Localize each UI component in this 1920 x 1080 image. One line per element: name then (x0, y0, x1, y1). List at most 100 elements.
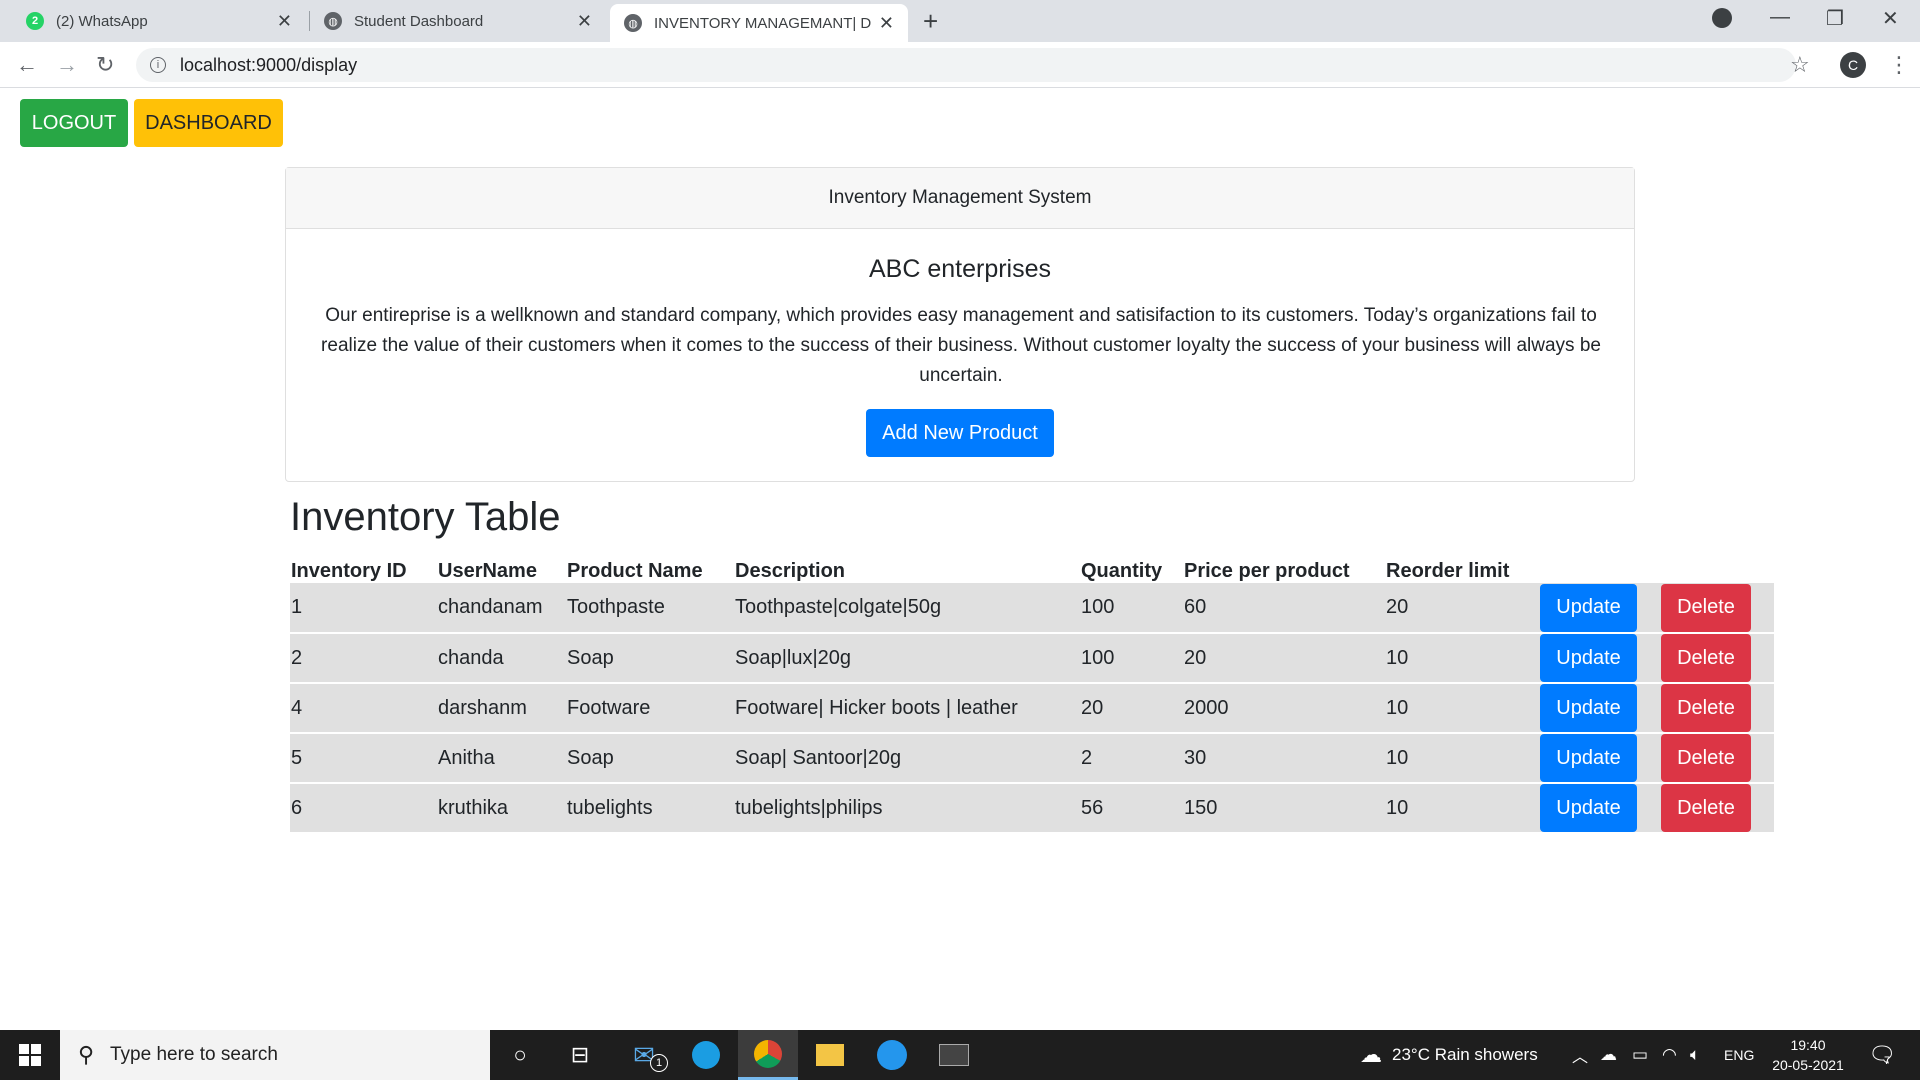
add-new-product-button[interactable]: Add New Product (866, 409, 1054, 457)
system-clock[interactable]: 19:40 20-05-2021 (1768, 1035, 1848, 1075)
cell-username: chanda (437, 633, 566, 684)
column-header: Product Name (567, 560, 703, 582)
cell-update: Update (1539, 683, 1660, 734)
card-text: Our entireprise is a wellknown and stand… (321, 305, 1601, 386)
language-indicator[interactable]: ENG (1724, 1030, 1754, 1080)
forward-arrow-icon[interactable]: → (56, 52, 78, 78)
delete-button[interactable]: Delete (1661, 583, 1751, 632)
close-icon[interactable]: ✕ (577, 12, 592, 30)
wifi-icon[interactable]: ◠ (1662, 1030, 1677, 1080)
close-icon[interactable]: ✕ (879, 14, 894, 32)
cell-username: kruthika (437, 783, 566, 834)
whatsapp-icon: 2 (26, 12, 44, 30)
cell-update: Update (1539, 583, 1660, 634)
delete-button[interactable]: Delete (1661, 784, 1751, 832)
cell-quantity: 56 (1080, 783, 1183, 834)
cell-product: Soap (566, 633, 734, 684)
restore-icon[interactable]: ❐ (1826, 6, 1844, 31)
update-button[interactable]: Update (1540, 634, 1637, 682)
url-text: localhost:9000/display (180, 54, 358, 75)
menu-kebab-icon[interactable]: ⋮ (1888, 52, 1910, 78)
close-window-icon[interactable]: ✕ (1882, 6, 1899, 31)
close-icon[interactable]: ✕ (277, 12, 292, 30)
url-input[interactable]: i localhost:9000/display (136, 48, 1796, 82)
taskbar-search-input[interactable]: ⚲ Type here to search (60, 1030, 490, 1080)
cell-update: Update (1539, 633, 1660, 684)
clock-date: 20-05-2021 (1772, 1057, 1844, 1073)
cell-quantity: 100 (1080, 633, 1183, 684)
volume-icon[interactable]: 🔈︎ (1690, 1030, 1700, 1080)
tab-label: (2) WhatsApp (56, 12, 148, 30)
update-button[interactable]: Update (1540, 583, 1637, 632)
column-header: Quantity (1081, 560, 1163, 582)
cell-description: Footware| Hicker boots | leather (734, 683, 1080, 734)
tab-inventory[interactable]: ◍ INVENTORY MANAGEMANT| DIS ✕ (610, 4, 908, 42)
minimize-icon[interactable]: — (1770, 6, 1790, 29)
profile-avatar[interactable]: C (1840, 52, 1866, 78)
tab-label: Student Dashboard (354, 12, 484, 30)
tab-search-icon[interactable] (1712, 8, 1732, 28)
column-header: Reorder limit (1386, 560, 1510, 582)
cell-quantity: 20 (1080, 683, 1183, 734)
weather-text: 23°C Rain showers (1392, 1045, 1538, 1064)
cell-quantity: 2 (1080, 733, 1183, 784)
card-header: Inventory Management System (286, 168, 1634, 229)
cell-description: Toothpaste|colgate|50g (734, 583, 1080, 634)
update-button[interactable]: Update (1540, 734, 1637, 782)
table-row: 6 kruthika tubelights tubelights|philips… (290, 783, 1774, 834)
search-placeholder: Type here to search (110, 1044, 278, 1065)
terminal-icon[interactable] (924, 1030, 984, 1080)
delete-button[interactable]: Delete (1661, 634, 1751, 682)
new-tab-button[interactable]: + (923, 6, 938, 37)
mail-icon[interactable]: ✉ 1 (614, 1030, 674, 1080)
cell-product: Toothpaste (566, 583, 734, 634)
weather-cloud-icon: ☁ (1360, 1042, 1382, 1067)
notification-center-icon[interactable]: 🗨︎ 7 (1868, 1030, 1896, 1080)
info-icon[interactable]: i (150, 57, 166, 73)
cell-product: Soap (566, 733, 734, 784)
back-arrow-icon[interactable]: ← (16, 52, 38, 78)
docker-icon[interactable] (862, 1030, 922, 1080)
column-header: Description (735, 560, 846, 582)
cell-description: Soap|lux|20g (734, 633, 1080, 684)
cell-delete: Delete (1660, 583, 1774, 634)
file-explorer-icon[interactable] (800, 1030, 860, 1080)
windows-start-button[interactable] (0, 1030, 60, 1080)
delete-button[interactable]: Delete (1661, 684, 1751, 732)
column-header: Inventory ID (291, 560, 407, 582)
edge-icon[interactable] (676, 1030, 736, 1080)
column-header: UserName (438, 560, 537, 582)
table-header-row: Inventory ID UserName Product Name Descr… (290, 555, 1774, 583)
onedrive-icon[interactable]: ☁ (1600, 1030, 1617, 1080)
bookmark-star-icon[interactable]: ☆ (1790, 52, 1810, 78)
cell-price: 20 (1183, 633, 1385, 684)
tab-whatsapp[interactable]: 2 (2) WhatsApp ✕ (14, 0, 306, 42)
battery-icon[interactable]: ▭ (1632, 1030, 1648, 1080)
dashboard-button[interactable]: DASHBOARD (134, 99, 283, 147)
update-button[interactable]: Update (1540, 684, 1637, 732)
address-bar: ← → ↻ i localhost:9000/display ☆ C ⋮ (0, 42, 1920, 88)
intro-card: Inventory Management System ABC enterpri… (285, 167, 1635, 482)
cell-reorder: 10 (1385, 683, 1539, 734)
reload-icon[interactable]: ↻ (96, 52, 114, 78)
cell-product: tubelights (566, 783, 734, 834)
tray-chevron-icon[interactable]: ︿ (1572, 1030, 1588, 1080)
logout-button[interactable]: LOGOUT (20, 99, 128, 147)
cortana-icon[interactable]: ○ (490, 1030, 550, 1080)
cell-description: Soap| Santoor|20g (734, 733, 1080, 784)
tab-student-dashboard[interactable]: ◍ Student Dashboard ✕ (312, 0, 606, 42)
cell-id: 5 (290, 733, 437, 784)
windows-taskbar: ⚲ Type here to search ○ ⊟ ✉ 1 ☁ 23°C Rai… (0, 1030, 1920, 1080)
task-view-icon[interactable]: ⊟ (550, 1030, 610, 1080)
delete-button[interactable]: Delete (1661, 734, 1751, 782)
update-button[interactable]: Update (1540, 784, 1637, 832)
cell-id: 1 (290, 583, 437, 634)
cell-delete: Delete (1660, 783, 1774, 834)
windows-logo-icon (19, 1044, 41, 1066)
column-header-actions (1660, 555, 1774, 583)
cell-reorder: 20 (1385, 583, 1539, 634)
chrome-icon[interactable] (738, 1030, 798, 1080)
table-row: 4 darshanm Footware Footware| Hicker boo… (290, 683, 1774, 734)
weather-widget[interactable]: ☁ 23°C Rain showers (1360, 1030, 1538, 1080)
tab-label: INVENTORY MANAGEMANT| DIS (654, 14, 872, 32)
